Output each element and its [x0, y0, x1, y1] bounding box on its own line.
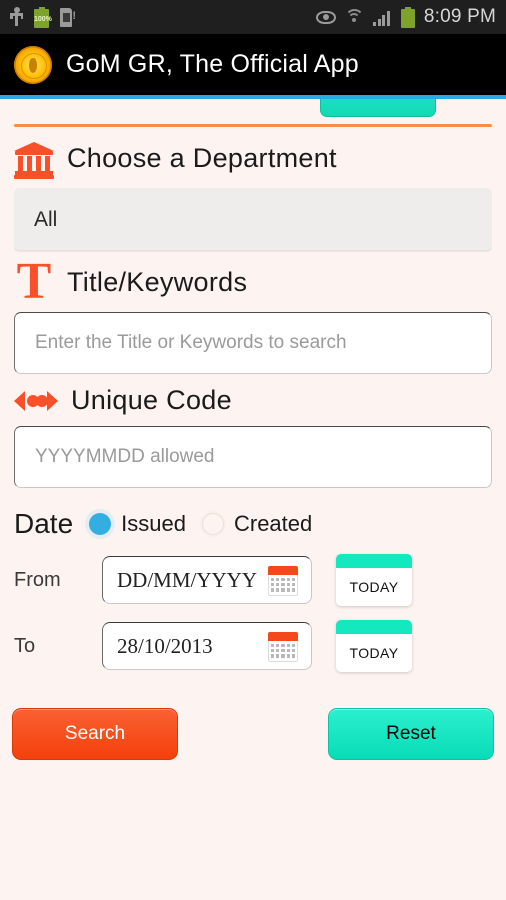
battery-icon: 100% — [34, 6, 52, 28]
eye-icon — [315, 10, 336, 24]
department-dropdown[interactable]: All — [14, 188, 492, 251]
date-to-today-button[interactable]: TODAY — [336, 620, 412, 672]
calendar-icon[interactable] — [268, 632, 298, 662]
date-from-today-button[interactable]: TODAY — [336, 554, 412, 606]
date-type-row: Date Issued Created — [0, 508, 506, 540]
signal-icon — [372, 9, 392, 26]
unique-code-input[interactable]: YYYYMMDD allowed — [14, 426, 492, 488]
date-to-label: To — [14, 634, 36, 657]
title-keywords-heading-row: T Title/Keywords — [14, 253, 492, 310]
battery-percent-label: 100% — [34, 15, 52, 23]
clock-label: 8:09 PM — [423, 6, 496, 27]
department-heading-row: Choose a Department — [14, 138, 492, 179]
calendar-icon[interactable] — [268, 566, 298, 596]
title-keywords-input[interactable]: Enter the Title or Keywords to search — [14, 312, 492, 374]
code-brackets-icon — [14, 388, 58, 414]
date-from-input[interactable]: DD/MM/YYYY — [102, 556, 312, 604]
date-from-today-label: TODAY — [349, 579, 399, 595]
title-keywords-section: T Title/Keywords Enter the Title or Keyw… — [0, 253, 506, 374]
date-to-value: 28/10/2013 — [117, 633, 213, 658]
unique-code-heading-row: Unique Code — [14, 385, 492, 416]
scrolled-off-button-area — [0, 99, 506, 119]
status-bar: 100% ! 8:09 PM — [0, 0, 506, 34]
status-bar-right-icons: 8:09 PM — [315, 6, 496, 28]
unique-code-section: Unique Code YYYYMMDD allowed — [0, 385, 506, 488]
letter-t-icon: T — [16, 253, 52, 310]
government-seal-icon — [14, 45, 52, 84]
app-title-bar: GoM GR, The Official App — [0, 34, 506, 95]
search-form-scroll-area[interactable]: Choose a Department All T Title/Keywords… — [0, 95, 506, 900]
sim-card-alert-icon: ! — [60, 7, 76, 27]
usb-icon — [10, 7, 23, 27]
radio-issued-indicator[interactable] — [89, 513, 112, 535]
date-from-value: DD/MM/YYYY — [117, 567, 258, 592]
radio-issued-label: Issued — [121, 511, 186, 536]
radio-created-indicator[interactable] — [201, 513, 224, 535]
unique-code-placeholder: YYYYMMDD allowed — [35, 446, 215, 467]
section-divider — [14, 124, 492, 127]
date-from-row: From DD/MM/YYYY TODAY — [0, 554, 506, 606]
today-button-accent-bar — [336, 554, 412, 568]
date-label: Date — [14, 508, 74, 539]
department-section: Choose a Department All — [0, 138, 506, 251]
unique-code-heading: Unique Code — [71, 385, 232, 415]
search-button[interactable]: Search — [12, 708, 178, 760]
date-to-row: To 28/10/2013 TODAY — [0, 620, 506, 672]
title-keywords-placeholder: Enter the Title or Keywords to search — [35, 332, 347, 353]
partially-visible-teal-button[interactable] — [320, 99, 436, 117]
bank-icon — [14, 138, 54, 179]
department-selected-value: All — [34, 207, 58, 231]
app-title: GoM GR, The Official App — [66, 50, 359, 78]
date-from-label: From — [14, 568, 61, 591]
status-bar-left-icons: 100% ! — [10, 6, 76, 28]
battery-icon — [400, 6, 415, 28]
today-button-accent-bar — [336, 620, 412, 634]
date-to-today-label: TODAY — [349, 645, 399, 661]
date-to-input[interactable]: 28/10/2013 — [102, 622, 312, 670]
reset-button[interactable]: Reset — [328, 708, 494, 760]
radio-created[interactable]: Created — [201, 511, 313, 537]
radio-created-label: Created — [233, 511, 313, 536]
action-button-row: Search Reset — [0, 708, 506, 760]
title-keywords-heading: Title/Keywords — [67, 266, 248, 297]
radio-issued[interactable]: Issued — [89, 511, 186, 537]
department-heading: Choose a Department — [67, 142, 337, 173]
wifi-icon — [344, 8, 364, 27]
